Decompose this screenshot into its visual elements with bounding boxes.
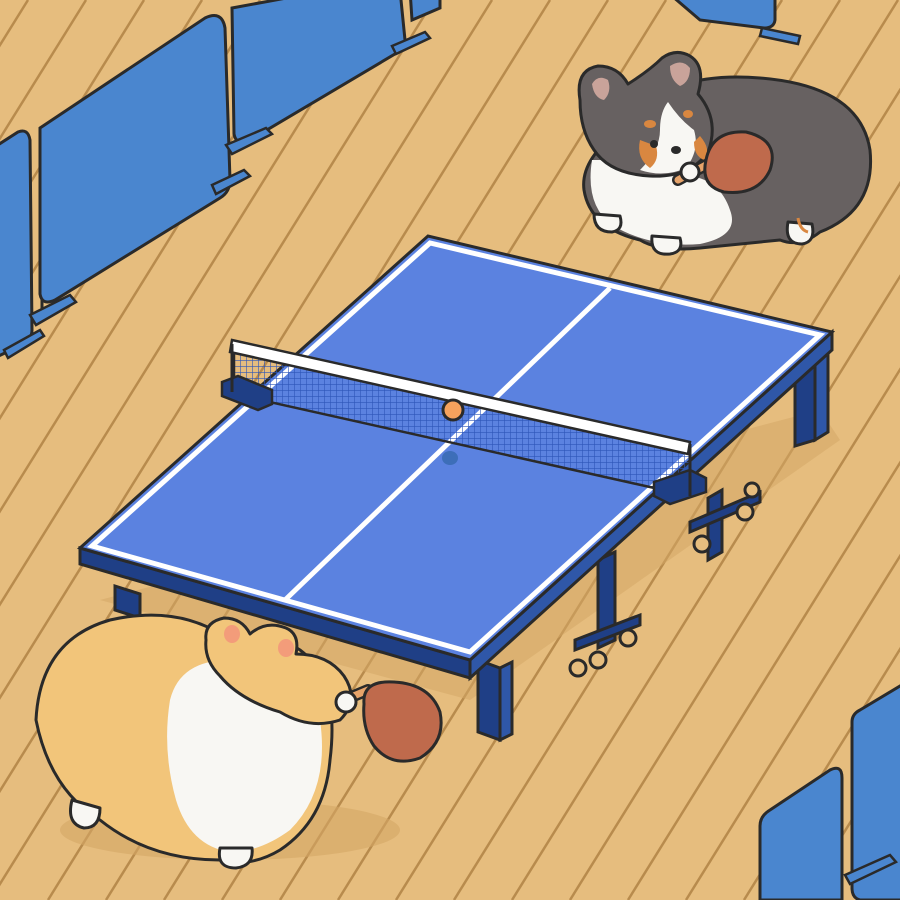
scene-illustration: [0, 0, 900, 900]
corgi-nose: [671, 146, 681, 154]
ball-shadow: [442, 451, 458, 465]
ball: [441, 398, 465, 422]
corgi-eye: [650, 140, 658, 148]
table-tennis-scene: [0, 0, 900, 900]
